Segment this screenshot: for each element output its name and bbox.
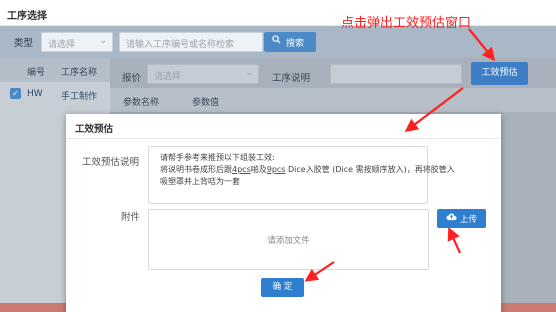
process-desc-input[interactable] (330, 64, 462, 84)
column-header-param-value: 参数值 (192, 98, 220, 108)
page-title: 工序选择 (7, 11, 47, 22)
attachment-dropzone[interactable]: 请添加文件 (148, 209, 429, 270)
search-button-label: 搜索 (286, 39, 305, 49)
upload-button-label: 上传 (460, 215, 478, 225)
process-list-header: 编号 工序名称 (0, 58, 110, 82)
estimate-desc-textarea[interactable]: 请帮手参考来推预以下组装工效: 将说明书卷成形后跟4pcs啪及9pcs Dice… (148, 146, 455, 204)
search-button[interactable]: 搜索 (264, 32, 316, 52)
page-header: 工序选择 (0, 0, 556, 26)
annotation-callout: 点击弹出工效预估窗口 (341, 16, 472, 31)
table-row[interactable]: ✓ HW 手工制作 (0, 84, 110, 104)
type-label: 类型 (14, 38, 34, 49)
row-checkbox[interactable]: ✓ (10, 88, 21, 99)
dropzone-hint: 请添加文件 (267, 236, 310, 246)
desc-line: 请帮手参考来推预以下组装工效: (160, 153, 275, 162)
column-header-param-name: 参数名称 (123, 98, 160, 108)
desc-line: 吸塑罩并上背咭为一套 (160, 177, 240, 186)
search-icon (272, 35, 281, 47)
dialog-divider (66, 138, 501, 139)
type-select-placeholder: 请选择 (48, 40, 76, 50)
keyword-placeholder: 请输入工序编号或名称检索 (126, 40, 235, 50)
bottom-row-strip (0, 303, 66, 312)
bottom-row-strip (501, 303, 556, 312)
type-select[interactable]: 请选择 ⌄ (41, 32, 113, 52)
row-name: 手工制作 (61, 92, 98, 102)
column-header-code: 编号 (27, 68, 46, 78)
keyword-search-input[interactable]: 请输入工序编号或名称检索 (119, 32, 263, 52)
cloud-upload-icon (446, 212, 457, 224)
confirm-button[interactable]: 确 定 (261, 278, 304, 297)
quote-select[interactable]: 请选择 ⌄ (147, 64, 259, 84)
param-table-header: 参数名称 参数值 (110, 88, 556, 112)
efficiency-estimate-button[interactable]: 工效预估 (471, 62, 528, 85)
chevron-down-icon: ⌄ (99, 36, 107, 46)
estimate-desc-label: 工效预估说明 (82, 157, 140, 168)
upload-button[interactable]: 上传 (437, 209, 486, 228)
quote-select-placeholder: 请选择 (154, 72, 182, 82)
chevron-down-icon: ⌄ (245, 68, 253, 78)
desc-line: 将说明书卷成形后跟4pcs啪及9pcs Dice入胶管 (Dice 需按顺序放入… (160, 165, 455, 174)
quote-label: 报价 (122, 73, 142, 84)
column-header-name: 工序名称 (61, 68, 98, 78)
attachment-label: 附件 (121, 212, 141, 223)
process-desc-label: 工序说明 (272, 73, 311, 84)
row-code: HW (27, 89, 43, 99)
dialog-title: 工效预估 (75, 124, 114, 135)
